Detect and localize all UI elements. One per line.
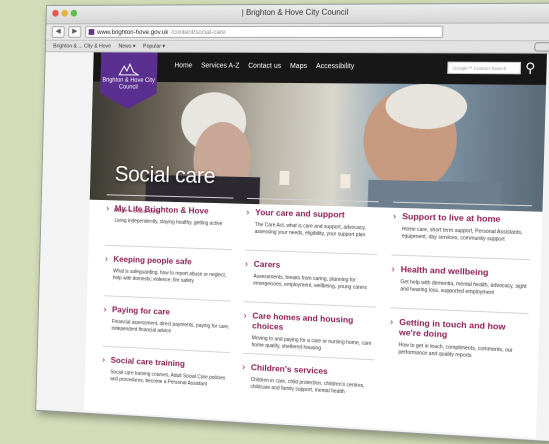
- chevron-right-icon: ›: [104, 253, 108, 264]
- search-input[interactable]: Google™ Custom Search: [447, 61, 522, 75]
- card-title[interactable]: Support to live at home: [402, 211, 532, 225]
- list-item[interactable]: › Carers Assessments, breaks from caring, …: [243, 249, 378, 307]
- window-title: | Brighton & Hove City Council: [241, 7, 349, 18]
- bookmark-item[interactable]: Popular ▾: [143, 43, 165, 49]
- url-host: www.brighton-hove.gov.uk: [96, 28, 169, 36]
- search-icon[interactable]: ⚲: [525, 60, 540, 77]
- chevron-right-icon: ›: [389, 316, 394, 327]
- bookmark-item[interactable]: News ▾: [118, 43, 135, 49]
- site-header: Brighton & Hove City Council Home Servic…: [92, 52, 547, 85]
- list-item[interactable]: › Support to live at home Home care, short…: [391, 201, 532, 260]
- main-nav: Home Services A-Z Contact us Maps Access…: [174, 62, 354, 70]
- list-item[interactable]: › Children's services Children in care, ch…: [241, 352, 375, 412]
- card-desc: Social care training courses, Adult Soci…: [110, 369, 226, 387]
- card-title[interactable]: Health and wellbeing: [401, 264, 531, 279]
- logo-text: Brighton & Hove City Council: [102, 77, 155, 91]
- card-desc: Moving to and paying for a care or nursi…: [251, 335, 372, 352]
- chevron-right-icon: ›: [244, 258, 249, 269]
- hero-banner: Social care: [89, 81, 547, 212]
- card-desc: Children in care, child protection, chil…: [250, 377, 365, 395]
- list-item[interactable]: › Health and wellbeing Get help with demen…: [390, 254, 531, 314]
- service-grid: › My Life Brighton & Hove Living independe…: [101, 194, 532, 421]
- chevron-right-icon: ›: [103, 304, 107, 314]
- reader-icon[interactable]: [534, 42, 549, 52]
- card-desc: Living independently, staying healthy, g…: [114, 217, 223, 227]
- list-item[interactable]: › Social care training Social care trainin…: [101, 345, 229, 404]
- card-desc: The Care Act, what is care and support, …: [254, 222, 366, 238]
- card-desc: What is safeguarding, how to report abus…: [112, 268, 227, 284]
- logo-icon: [118, 62, 139, 76]
- chevron-right-icon: ›: [102, 354, 106, 365]
- bookmark-item[interactable]: Brighton & ... City & Hove: [53, 43, 111, 49]
- address-bar[interactable]: www.brighton-hove.gov.uk/content/social-…: [84, 25, 444, 39]
- card-title[interactable]: Keeping people safe: [113, 254, 231, 268]
- chevron-right-icon: ›: [243, 310, 247, 321]
- card-title[interactable]: Your care and support: [255, 207, 379, 220]
- list-item[interactable]: › Getting in touch and how we're doing How…: [388, 307, 529, 367]
- url-path: /content/social-care: [171, 28, 226, 36]
- card-title[interactable]: My Life Brighton & Hove: [115, 203, 233, 216]
- list-item[interactable]: › Your care and support The Care Act, what…: [245, 197, 380, 255]
- card-desc: Get help with dementia, mental health, a…: [400, 279, 527, 296]
- list-item[interactable]: › Keeping people safe What is safeguarding…: [103, 244, 232, 301]
- card-desc: Assessments, breaks from caring, plannin…: [253, 273, 367, 291]
- list-item[interactable]: › Paying for care Financial assessment, di…: [102, 295, 231, 353]
- card-title[interactable]: Care homes and housing choices: [252, 310, 376, 336]
- card-title[interactable]: Children's services: [251, 362, 375, 378]
- card-title[interactable]: Paying for care: [112, 304, 230, 319]
- page-title: Social care: [114, 161, 216, 189]
- card-desc: Home care, short term support, Personal …: [401, 226, 523, 243]
- title-bar: | Brighton & Hove City Council: [46, 3, 549, 25]
- nav-accessibility[interactable]: Accessibility: [316, 63, 354, 70]
- chevron-right-icon: ›: [391, 263, 395, 274]
- card-title[interactable]: Carers: [254, 259, 378, 273]
- screenshot-stage: | Brighton & Hove City Council ◀ ▶ www.b…: [0, 0, 549, 444]
- nav-maps[interactable]: Maps: [290, 63, 307, 70]
- forward-icon[interactable]: ▶: [68, 26, 82, 38]
- hero-photo: [144, 83, 502, 212]
- nav-contact[interactable]: Contact us: [248, 63, 281, 70]
- card-title[interactable]: Getting in touch and how we're doing: [399, 317, 529, 343]
- browser-window: | Brighton & Hove City Council ◀ ▶ www.b…: [35, 2, 549, 443]
- card-desc: How to get in touch, compliments, commen…: [398, 342, 513, 359]
- chevron-right-icon: ›: [242, 361, 246, 372]
- card-title[interactable]: Social care training: [111, 355, 229, 371]
- card-desc: Financial assessment, direct payments, p…: [111, 318, 230, 334]
- nav-services[interactable]: Services A-Z: [201, 63, 240, 70]
- list-item[interactable]: › My Life Brighton & Hove Living independe…: [105, 194, 234, 250]
- favicon-icon: [88, 29, 95, 35]
- chevron-right-icon: ›: [106, 203, 110, 213]
- toolbar: ◀ ▶ www.brighton-hove.gov.uk/content/soc…: [46, 23, 549, 42]
- back-icon[interactable]: ◀: [51, 26, 65, 38]
- chevron-right-icon: ›: [392, 210, 397, 222]
- nav-home[interactable]: Home: [174, 62, 192, 69]
- list-item[interactable]: › Care homes and housing choices Moving to…: [242, 301, 377, 360]
- chevron-right-icon: ›: [246, 206, 250, 217]
